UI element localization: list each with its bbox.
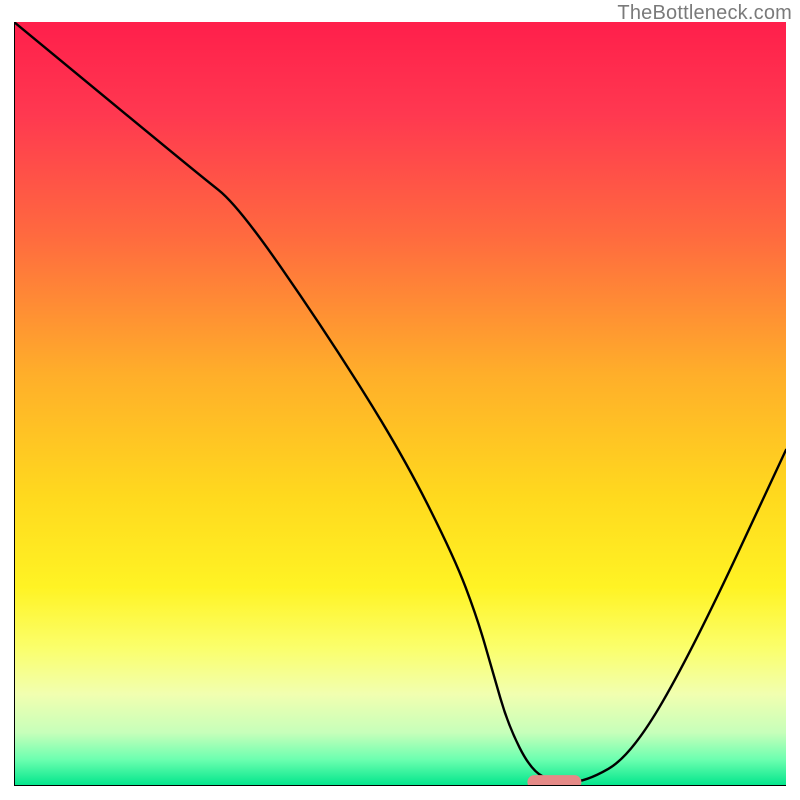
chart-svg — [14, 22, 786, 786]
bottleneck-chart — [14, 22, 786, 786]
chart-background-gradient — [14, 22, 786, 786]
optimal-range-marker — [527, 775, 581, 786]
watermark-text: TheBottleneck.com — [617, 2, 792, 25]
